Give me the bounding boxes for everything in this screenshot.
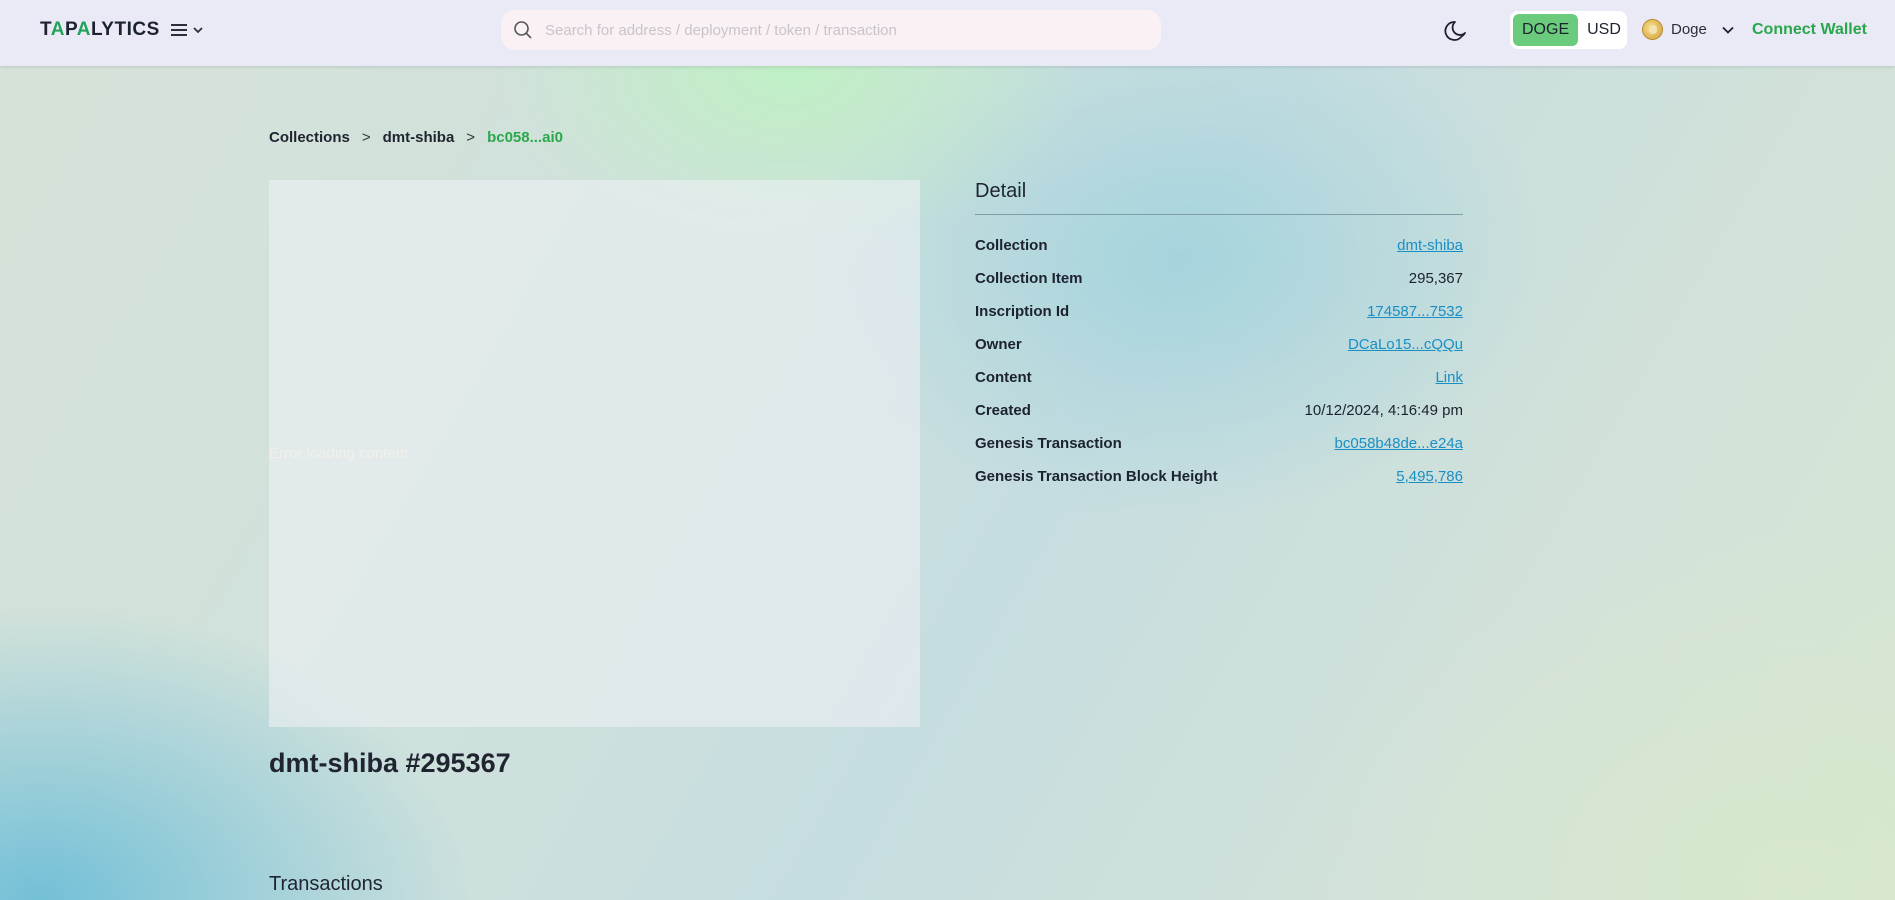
breadcrumb: Collections > dmt-shiba > bc058...ai0 [269,129,563,146]
detail-label: Collection [975,237,1048,254]
logo-text-t: T [40,19,51,40]
menu-toggle-button[interactable] [170,18,210,42]
search-input[interactable] [545,21,1145,39]
transactions-title: Transactions [269,873,383,895]
breadcrumb-separator: > [466,129,476,146]
logo-text-a2: A [76,19,91,40]
genesis-transaction-link[interactable]: bc058b48de...e24a [1335,435,1463,452]
created-value: 10/12/2024, 4:16:49 pm [1304,402,1463,419]
detail-row-created: Created 10/12/2024, 4:16:49 pm [975,394,1463,427]
breadcrumb-current: bc058...ai0 [487,129,563,146]
currency-option-doge[interactable]: DOGE [1513,14,1579,46]
detail-row-owner: Owner DCaLo15...cQQu [975,328,1463,361]
detail-row-genesis-block-height: Genesis Transaction Block Height 5,495,7… [975,460,1463,493]
detail-rows: Collection dmt-shiba Collection Item 295… [975,229,1463,493]
content-link[interactable]: Link [1435,369,1463,386]
owner-link[interactable]: DCaLo15...cQQu [1348,336,1463,353]
breadcrumb-collections[interactable]: Collections [269,129,350,146]
detail-row-content: Content Link [975,361,1463,394]
network-selector[interactable]: Doge [1642,19,1735,40]
preview-error-text: Error loading content [269,445,409,462]
detail-label: Owner [975,336,1022,353]
detail-panel: Detail Collection dmt-shiba Collection I… [975,180,1463,493]
search-bar [501,10,1161,50]
detail-label: Inscription Id [975,303,1070,320]
detail-label: Collection Item [975,270,1083,287]
currency-switch: DOGE USD [1510,11,1627,49]
top-header: TAPALYTICS DOGE USD Doge Connec [0,0,1895,66]
collection-item-value: 295,367 [1408,270,1463,287]
search-icon [514,21,532,39]
detail-row-inscription-id: Inscription Id 174587...7532 [975,295,1463,328]
logo-text-p: P [64,19,77,40]
hamburger-icon [171,24,187,36]
item-title: dmt-shiba #295367 [269,748,511,778]
detail-label: Content [975,369,1032,386]
breadcrumb-collection[interactable]: dmt-shiba [383,129,455,146]
inscription-id-link[interactable]: 174587...7532 [1367,303,1463,320]
collection-link[interactable]: dmt-shiba [1397,237,1463,254]
breadcrumb-separator: > [361,129,371,146]
inscription-preview: Error loading content [269,180,920,727]
detail-label: Created [975,402,1031,419]
detail-title: Detail [975,180,1463,215]
currency-option-usd[interactable]: USD [1578,14,1630,46]
detail-row-collection: Collection dmt-shiba [975,229,1463,262]
theme-toggle-button[interactable] [1444,18,1472,46]
doge-coin-icon [1642,19,1663,40]
detail-label: Genesis Transaction Block Height [975,468,1218,485]
logo-text-a: A [50,19,65,40]
chevron-down-icon [193,27,203,34]
detail-row-collection-item: Collection Item 295,367 [975,262,1463,295]
detail-row-genesis-transaction: Genesis Transaction bc058b48de...e24a [975,427,1463,460]
moon-icon [1444,21,1466,41]
network-label: Doge [1671,21,1707,38]
logo-text-lytics: LYTICS [90,19,160,40]
detail-label: Genesis Transaction [975,435,1122,452]
connect-wallet-button[interactable]: Connect Wallet [1752,21,1867,39]
chevron-down-icon [1722,26,1734,34]
logo[interactable]: TAPALYTICS [40,19,160,41]
genesis-block-height-link[interactable]: 5,495,786 [1396,468,1463,485]
